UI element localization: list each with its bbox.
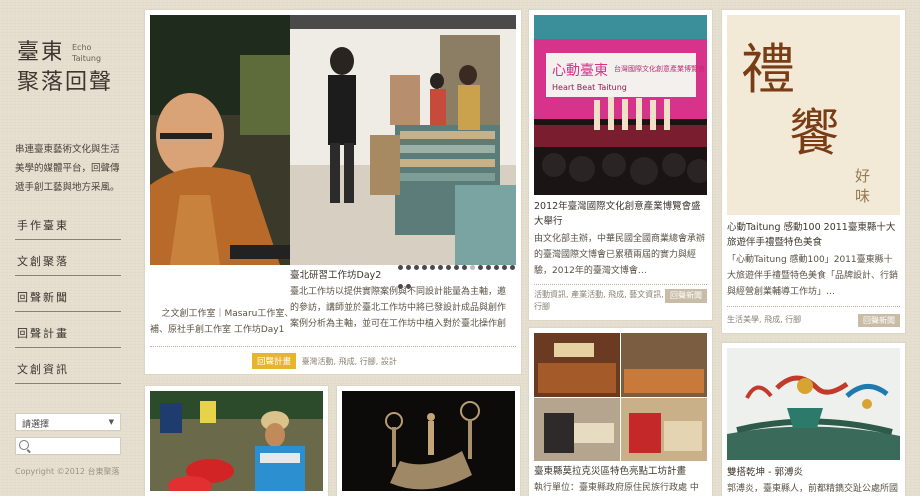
slider-dot[interactable]: [414, 265, 419, 270]
copyright-text: Copyright ©2012 台東聚落: [15, 467, 120, 476]
temple-photo[interactable]: [727, 348, 900, 460]
boat-photo-illustration: [342, 391, 515, 491]
slider-dot[interactable]: [446, 265, 451, 270]
category-select-value: 請選擇: [22, 420, 50, 430]
expo-banner-text-2: Heart Beat Taitung: [552, 83, 627, 92]
boat-card: [337, 386, 520, 496]
divider: [727, 306, 900, 307]
slider-dot[interactable]: [502, 265, 507, 270]
slider-photo-illustration: [150, 15, 516, 265]
slider-dot[interactable]: [438, 265, 443, 270]
expo-banner-text-3: 台灣國際文化創意產業博覽會: [614, 64, 705, 73]
expo-body: 由文化部主辦，中華民國全國商業總會承辦的臺灣國際文博會已累積兩屆的實力與經驗，2…: [534, 234, 706, 276]
festival-photo-illustration: [150, 391, 323, 491]
category-badge[interactable]: 回聲新聞: [858, 314, 900, 327]
temple-photo-illustration: [727, 348, 900, 460]
weave-photo-collage: [534, 333, 707, 461]
weave-card: 臺東縣莫拉克災區特色亮點工坊計畫 執行單位：臺東縣政府原住民族行政處 中: [529, 328, 712, 496]
slider-dot[interactable]: [470, 265, 475, 270]
nav-item-creative-village[interactable]: 文創聚落: [15, 244, 121, 276]
expo-photo-illustration: 心動臺東 台灣國際文化創意產業博覽會 Heart Beat Taitung: [534, 15, 707, 195]
festival-photo[interactable]: [150, 391, 323, 491]
calligraphy-char-1: 禮: [741, 38, 795, 101]
calligraphy-char-2: 饗: [789, 104, 839, 162]
logo-line-2: 聚落回聲: [17, 70, 114, 95]
slider-dot[interactable]: [398, 265, 403, 270]
logo-line-1: 臺東: [17, 40, 61, 65]
search-box: [15, 437, 122, 455]
weave-photo[interactable]: [534, 333, 707, 461]
search-input[interactable]: [32, 439, 122, 455]
slider-dot[interactable]: [462, 265, 467, 270]
search-icon[interactable]: [19, 440, 29, 450]
weave-title[interactable]: 臺東縣莫拉克災區特色亮點工坊計畫: [534, 464, 707, 479]
feature-card: 之文創工作室｜Masaru工作室、 補、原社手創工作室 工作坊Day1 縣政府文…: [145, 10, 521, 374]
sidebar: 臺東 聚落回聲 Echo Taitung 串連臺東藝術文化與生活美學的媒體平台，…: [0, 0, 135, 492]
temple-body: 郭溥炎，臺東縣人，前都精鐫交趾公處所國: [727, 484, 899, 494]
slider-dot[interactable]: [510, 265, 515, 270]
divider: [150, 346, 516, 347]
feature-meta: 回聲計畫 臺灣活動, 飛成, 行腳, 設計: [252, 353, 397, 369]
slider-dot[interactable]: [478, 265, 483, 270]
food-title[interactable]: 心動Taitung 感動100 2011臺東縣十大旅遊伴手禮暨特色美食: [727, 220, 900, 250]
expo-card: 心動臺東 台灣國際文化創意產業博覽會 Heart Beat Taitung 20…: [529, 10, 712, 320]
slider-dot[interactable]: [430, 265, 435, 270]
food-card: 禮 饗 好 味 心動Taitung 感動100 2011臺東縣十大旅遊伴手禮暨特…: [722, 10, 905, 333]
expo-title[interactable]: 2012年臺灣國際文化創意產業博覽會盛大舉行: [534, 199, 707, 229]
food-meta: 回聲新聞 生活美學, 飛成, 行腳: [727, 314, 900, 327]
calligraphy-char-3: 好: [855, 167, 871, 185]
nav-item-news[interactable]: 回聲新聞: [15, 280, 121, 312]
nav-item-projects[interactable]: 回聲計畫: [15, 316, 121, 348]
temple-title[interactable]: 雙搭乾坤 - 郭溥炎: [727, 465, 900, 480]
food-tags[interactable]: 生活美學, 飛成, 行腳: [727, 315, 801, 324]
feature-right-title[interactable]: 臺北研習工作坊Day2: [290, 268, 381, 283]
expo-meta: 回聲新聞 活動資訊, 產業活動, 飛成, 藝文資訊, 行腳: [534, 289, 707, 313]
category-badge[interactable]: 回聲計畫: [252, 353, 297, 369]
divider: [534, 284, 707, 285]
calligraphy-char-4: 味: [855, 187, 871, 205]
food-body: 「心動Taitung 感動100」2011臺東縣十大旅遊伴手禮暨特色美食「品牌設…: [727, 255, 899, 297]
main-nav: 手作臺東 文創聚落 回聲新聞 回聲計畫 文創資訊: [15, 208, 121, 384]
slider-dot[interactable]: [494, 265, 499, 270]
logo-english: Echo Taitung: [72, 43, 102, 63]
category-select[interactable]: 請選擇 ▼: [15, 413, 121, 431]
expo-banner-text-1: 心動臺東: [552, 63, 608, 79]
expo-photo[interactable]: 心動臺東 台灣國際文化創意產業博覽會 Heart Beat Taitung: [534, 15, 707, 195]
site-tagline: 串連臺東藝術文化與生活美學的媒體平台，回聲傳遞手創工藝與地方采風。: [15, 144, 120, 193]
slider-dot[interactable]: [454, 265, 459, 270]
temple-card: 雙搭乾坤 - 郭溥炎 郭溥炎，臺東縣人，前都精鐫交趾公處所國: [722, 343, 905, 496]
feature-left-body: 之文創工作室｜Masaru工作室、 補、原社手創工作室 工作坊Day1 縣政府文…: [150, 309, 290, 335]
food-photo[interactable]: 禮 饗 好 味: [727, 15, 900, 215]
chevron-down-icon: ▼: [108, 418, 114, 426]
expo-tags[interactable]: 活動資訊, 產業活動, 飛成, 藝文資訊, 行腳: [534, 290, 664, 311]
slider-dot[interactable]: [486, 265, 491, 270]
slider-dot[interactable]: [406, 265, 411, 270]
boat-photo[interactable]: [342, 391, 515, 491]
feature-right-body: 臺北工作坊以提供實際案例與不同設計能量為主軸，邀 的參訪，講師並於臺北工作坊中將…: [290, 287, 507, 329]
slider-dot[interactable]: [422, 265, 427, 270]
feature-tags[interactable]: 臺灣活動, 飛成, 行腳, 設計: [302, 357, 397, 366]
nav-item-handmade[interactable]: 手作臺東: [15, 208, 121, 240]
feature-slider-image[interactable]: [150, 15, 516, 265]
category-badge[interactable]: 回聲新聞: [665, 289, 707, 303]
festival-card: [145, 386, 328, 496]
nav-item-info[interactable]: 文創資訊: [15, 352, 121, 384]
site-logo[interactable]: 臺東 聚落回聲 Echo Taitung: [14, 36, 126, 126]
